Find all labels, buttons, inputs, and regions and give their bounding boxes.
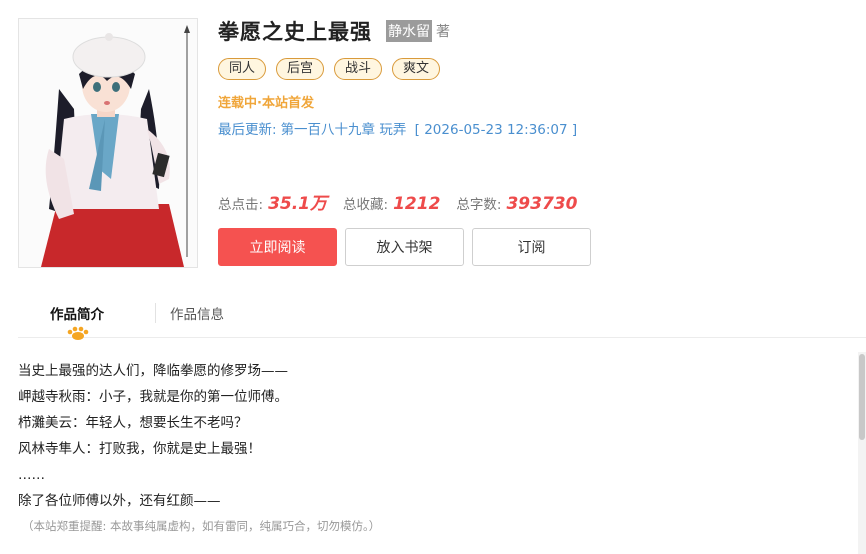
book-cover[interactable] bbox=[18, 18, 198, 268]
update-time: [ 2026-05-23 12:36:07 ] bbox=[414, 122, 578, 138]
cover-illustration bbox=[19, 19, 197, 267]
tag-item[interactable]: 爽文 bbox=[392, 58, 441, 80]
tag-item[interactable]: 同人 bbox=[218, 58, 267, 80]
tag-item[interactable]: 战斗 bbox=[334, 58, 383, 80]
author-name[interactable]: 静水留 bbox=[386, 20, 432, 42]
serial-status: 连载中·本站首发 bbox=[218, 96, 314, 111]
favorites-value: 1212 bbox=[393, 194, 441, 214]
update-label: 最后更新: bbox=[218, 122, 277, 138]
words-value: 393730 bbox=[506, 194, 578, 214]
tab-bar: 作品简介 作品信息 bbox=[18, 293, 866, 340]
subscribe-button[interactable]: 订阅 bbox=[472, 228, 591, 266]
action-buttons: 立即阅读 放入书架 订阅 bbox=[218, 228, 591, 266]
scrollbar-thumb[interactable] bbox=[859, 354, 865, 440]
author-suffix: 著 bbox=[436, 24, 450, 40]
last-update: 最后更新: 第一百八十九章 玩弄 [ 2026-05-23 12:36:07 ] bbox=[218, 118, 581, 138]
title-row: 拳愿之史上最强 静水留 著 bbox=[218, 16, 450, 46]
intro-line: 岬越寺秋雨：小子，我就是你的第一位师傅。 bbox=[18, 389, 288, 405]
tab-introduction[interactable]: 作品简介 bbox=[50, 303, 104, 323]
tag-item[interactable]: 后宫 bbox=[276, 58, 325, 80]
tab-divider bbox=[155, 303, 156, 323]
scrollbar[interactable] bbox=[858, 352, 866, 554]
read-now-button[interactable]: 立即阅读 bbox=[218, 228, 337, 266]
words-label: 总字数: bbox=[456, 197, 502, 213]
book-stats: 总点击: 35.1万 总收藏: 1212 总字数: 393730 bbox=[218, 189, 593, 214]
favorites-label: 总收藏: bbox=[343, 197, 389, 213]
intro-line: …… bbox=[18, 467, 45, 483]
latest-chapter-link[interactable]: 第一百八十九章 玩弄 bbox=[281, 122, 407, 138]
book-title: 拳愿之史上最强 bbox=[218, 20, 372, 44]
intro-text: 当史上最强的达人们，降临拳愿的修罗场—— 岬越寺秋雨：小子，我就是你的第一位师傅… bbox=[18, 358, 288, 514]
disclaimer: （本站郑重提醒: 本故事纯属虚构，如有雷同，纯属巧合，切勿模仿。） bbox=[22, 519, 381, 533]
intro-line: 栉灘美云：年轻人，想要长生不老吗？ bbox=[18, 415, 248, 431]
clicks-value: 35.1万 bbox=[268, 194, 328, 214]
paw-icon bbox=[66, 325, 90, 344]
clicks-label: 总点击: bbox=[218, 197, 264, 213]
intro-line: 风林寺隼人：打败我，你就是史上最强！ bbox=[18, 441, 261, 457]
add-to-shelf-button[interactable]: 放入书架 bbox=[345, 228, 464, 266]
intro-line: 除了各位师傅以外，还有红颜—— bbox=[18, 493, 221, 509]
tab-work-info[interactable]: 作品信息 bbox=[170, 303, 224, 323]
intro-line: 当史上最强的达人们，降临拳愿的修罗场—— bbox=[18, 363, 288, 379]
tag-list: 同人 后宫 战斗 爽文 bbox=[218, 58, 441, 80]
